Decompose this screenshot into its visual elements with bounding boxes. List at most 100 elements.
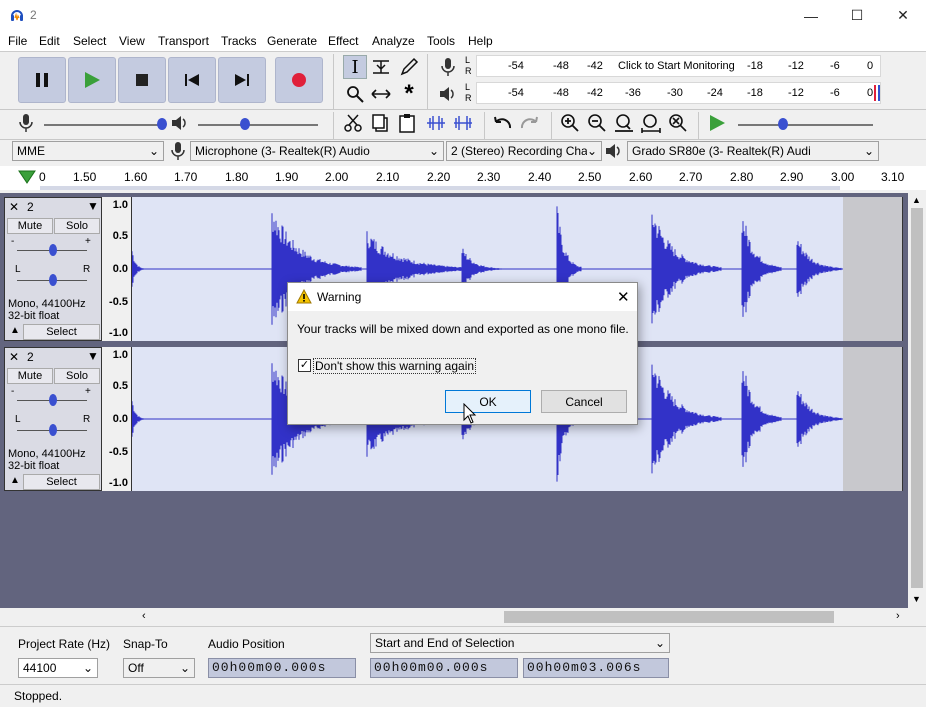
draw-tool[interactable] (397, 55, 421, 79)
select-track-button[interactable]: Select (23, 474, 100, 490)
gain-thumb[interactable] (49, 244, 57, 256)
dont-show-checkbox[interactable]: ✓ (298, 359, 311, 372)
paste-button[interactable] (395, 111, 419, 135)
maximize-button[interactable]: ☐ (834, 0, 880, 31)
record-button[interactable] (275, 57, 323, 103)
collapse-icon[interactable]: ▲ (10, 325, 20, 336)
menu-tracks[interactable]: Tracks (221, 34, 257, 48)
menu-analyze[interactable]: Analyze (372, 34, 415, 48)
recording-volume-slider[interactable] (44, 124, 164, 126)
chevron-down-icon: ⌄ (586, 144, 597, 158)
playback-volume-thumb[interactable] (240, 118, 250, 130)
project-rate-select[interactable]: 44100 ⌄ (18, 658, 98, 678)
play-speed-slider[interactable] (738, 124, 873, 126)
menu-edit[interactable]: Edit (39, 34, 60, 48)
selection-start-field[interactable]: 00h00m00.000s (370, 658, 518, 678)
playback-meter-button[interactable] (436, 82, 460, 106)
solo-button[interactable]: Solo (54, 368, 100, 384)
dont-show-label[interactable]: Don't show this warning again (313, 358, 477, 374)
redo-button[interactable] (518, 111, 542, 135)
redo-icon (520, 116, 538, 129)
gain-thumb[interactable] (49, 394, 57, 406)
timeline-ruler[interactable]: 0 1.50 1.60 1.70 1.80 1.90 2.00 2.10 2.2… (0, 166, 926, 190)
playback-device-select[interactable]: Grado SR80e (3- Realtek(R) Audi ⌄ (627, 141, 879, 161)
envelope-tool[interactable] (369, 55, 393, 79)
skip-end-button[interactable] (218, 57, 266, 103)
multi-tool[interactable]: * (397, 80, 421, 107)
cancel-button[interactable]: Cancel (541, 390, 627, 413)
track-name[interactable]: 2 (27, 350, 34, 364)
track-close-icon[interactable]: ✕ (9, 200, 19, 214)
chevron-down-icon: ⌄ (863, 144, 874, 158)
solo-button[interactable]: Solo (54, 218, 100, 234)
menu-view[interactable]: View (119, 34, 145, 48)
track-menu-icon[interactable]: ▼ (87, 199, 99, 213)
track-name[interactable]: 2 (27, 200, 34, 214)
track-control-panel: ✕ 2 ▼ Mute Solo - + L R Mono, 44100Hz 32… (4, 347, 102, 491)
track-close-icon[interactable]: ✕ (9, 350, 19, 364)
time-shift-tool[interactable] (369, 82, 393, 106)
record-meter-button[interactable] (436, 55, 460, 79)
stop-icon (136, 74, 148, 86)
dialog-close-icon[interactable]: ✕ (617, 288, 630, 306)
zoom-fit-icon (641, 114, 661, 133)
menu-file[interactable]: File (8, 34, 27, 48)
horizontal-scroll-thumb[interactable] (504, 611, 834, 623)
skip-start-button[interactable] (168, 57, 216, 103)
selection-end-field[interactable]: 00h00m03.006s (523, 658, 669, 678)
fit-project-button[interactable] (639, 111, 663, 135)
vertical-scroll-thumb[interactable] (911, 208, 923, 588)
menu-select[interactable]: Select (73, 34, 106, 48)
select-track-button[interactable]: Select (23, 324, 100, 340)
recording-device-select[interactable]: Microphone (3- Realtek(R) Audio ⌄ (190, 141, 444, 161)
collapse-icon[interactable]: ▲ (10, 475, 20, 486)
menu-help[interactable]: Help (468, 34, 493, 48)
copy-button[interactable] (368, 111, 392, 135)
undo-button[interactable] (490, 111, 514, 135)
audio-position-field[interactable]: 00h00m00.000s (208, 658, 356, 678)
pause-button[interactable] (18, 57, 66, 103)
pan-thumb[interactable] (49, 274, 57, 286)
play-speed-thumb[interactable] (778, 118, 788, 130)
silence-button[interactable] (451, 111, 475, 135)
play-head-icon (18, 170, 36, 184)
record-meter[interactable]: -54 -48 -42 Click to Start Monitoring -1… (476, 55, 881, 77)
zoom-toggle-icon (669, 114, 687, 132)
record-meter-channels: LR (465, 55, 472, 76)
close-button[interactable]: ✕ (880, 0, 926, 31)
menu-effect[interactable]: Effect (328, 34, 358, 48)
recording-channels-select[interactable]: 2 (Stereo) Recording Chan ⌄ (446, 141, 602, 161)
menu-generate[interactable]: Generate (267, 34, 317, 48)
recording-device-icon (166, 139, 190, 163)
chevron-down-icon: ⌄ (179, 661, 190, 675)
pan-thumb[interactable] (49, 424, 57, 436)
zoom-tool[interactable] (343, 82, 367, 106)
snap-to-select[interactable]: Off ⌄ (123, 658, 195, 678)
audio-host-select[interactable]: MME ⌄ (12, 141, 164, 161)
mute-button[interactable]: Mute (7, 368, 53, 384)
menu-transport[interactable]: Transport (158, 34, 209, 48)
horizontal-scrollbar[interactable]: ‹ › (0, 608, 908, 626)
cut-button[interactable] (341, 111, 365, 135)
playback-meter[interactable]: -54 -48 -42 -36 -30 -24 -18 -12 -6 0 (476, 82, 881, 104)
playback-device-icon (602, 139, 626, 163)
stop-button[interactable] (118, 57, 166, 103)
zoom-in-button[interactable] (558, 111, 582, 135)
recording-volume-thumb[interactable] (157, 118, 167, 130)
minimize-button[interactable]: — (788, 0, 834, 31)
track-menu-icon[interactable]: ▼ (87, 349, 99, 363)
trim-button[interactable] (424, 111, 448, 135)
mute-button[interactable]: Mute (7, 218, 53, 234)
menu-tools[interactable]: Tools (427, 34, 455, 48)
selection-tool[interactable]: I (343, 55, 367, 79)
selection-mode-select[interactable]: Start and End of Selection ⌄ (370, 633, 670, 653)
audacity-logo-icon (11, 10, 23, 21)
play-button[interactable] (68, 57, 116, 103)
playback-volume-slider[interactable] (198, 124, 318, 126)
vertical-scrollbar[interactable]: ▲ ▼ (908, 193, 926, 608)
ok-button[interactable]: OK (445, 390, 531, 413)
zoom-toggle-button[interactable] (666, 111, 690, 135)
zoom-out-button[interactable] (585, 111, 609, 135)
fit-selection-button[interactable] (612, 111, 636, 135)
play-at-speed-button[interactable] (705, 111, 729, 135)
